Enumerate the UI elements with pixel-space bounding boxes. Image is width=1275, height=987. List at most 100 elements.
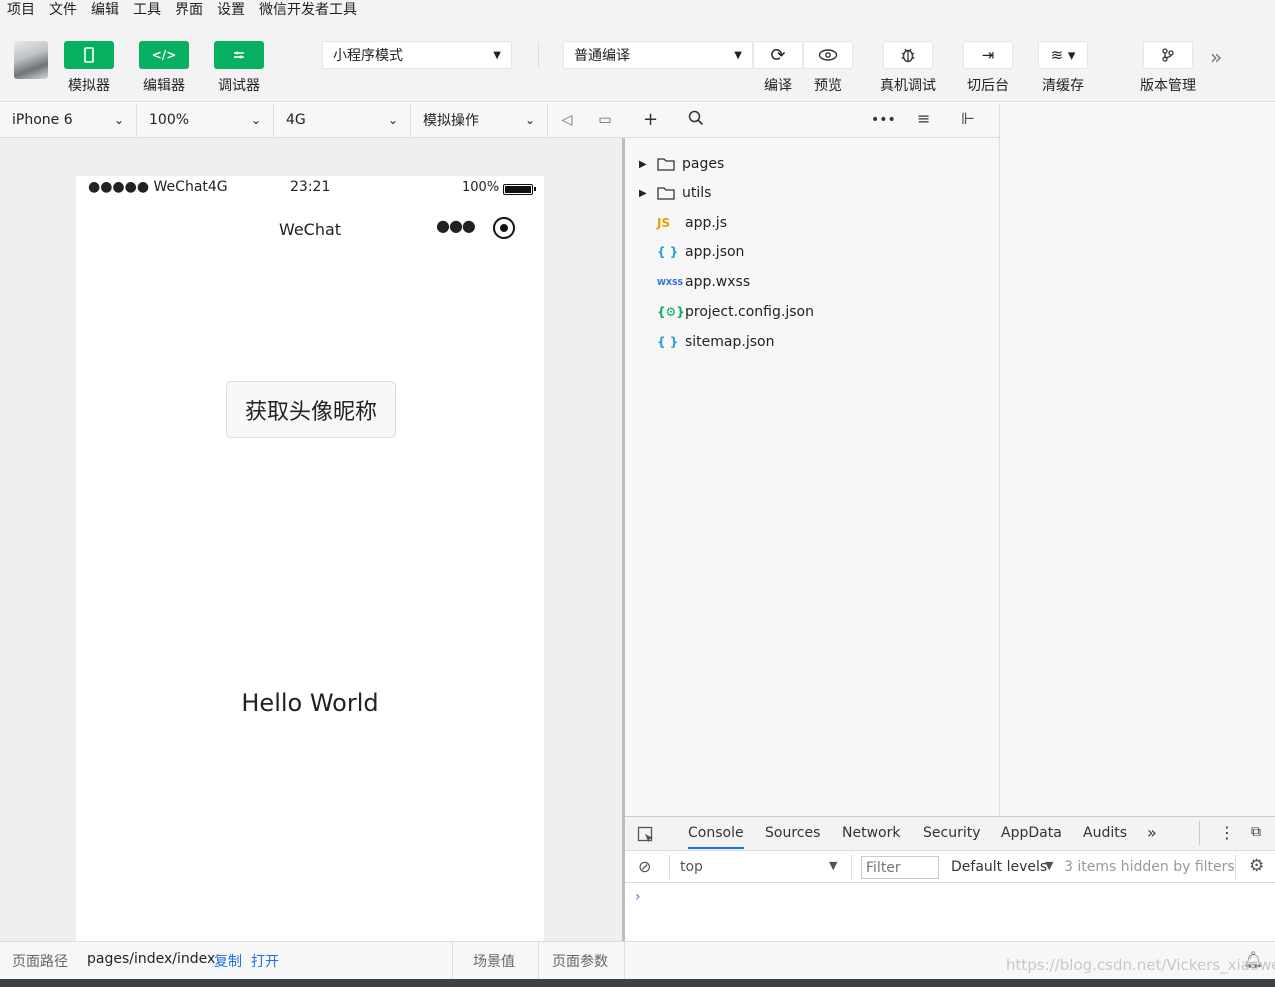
tab-appdata[interactable]: AppData: [1001, 825, 1062, 841]
json-file-icon: { }: [657, 245, 679, 259]
tab-network[interactable]: Network: [842, 825, 900, 841]
kebab-menu-icon[interactable]: ⋮: [1219, 823, 1235, 842]
config-file-icon: {⚙}: [657, 305, 685, 319]
compile-mode-select[interactable]: 普通编译 ▼: [563, 41, 753, 69]
clear-cache-label: 清缓存: [1042, 78, 1084, 94]
code-icon: </>: [151, 48, 177, 62]
console-filter-input[interactable]: [861, 856, 939, 879]
tree-folder-utils[interactable]: ▶ utils: [625, 179, 999, 207]
remote-debug-button[interactable]: [883, 41, 933, 69]
file-explorer: ▶ pages ▶ utils JS app.js { } app.json W…: [625, 138, 999, 816]
menu-tools[interactable]: 工具: [126, 0, 168, 20]
sim-action-select[interactable]: 模拟操作 ⌄: [411, 103, 548, 137]
branch-icon: [1162, 48, 1174, 62]
double-chevron-icon[interactable]: »: [1147, 823, 1157, 842]
tree-file-app-js[interactable]: JS app.js: [625, 209, 999, 237]
clear-console-icon[interactable]: ⊘: [638, 857, 651, 876]
plus-icon[interactable]: +: [643, 109, 658, 130]
open-link[interactable]: 打开: [251, 951, 279, 971]
network-value: 4G: [286, 112, 306, 128]
ellipsis-icon[interactable]: •••: [871, 112, 896, 128]
page-params-button[interactable]: 页面参数: [552, 951, 608, 971]
remote-debug-label: 真机调试: [880, 78, 936, 94]
console-prompt-icon[interactable]: ›: [635, 889, 641, 905]
menu-devtools[interactable]: 微信开发者工具: [252, 0, 364, 20]
tree-file-app-json[interactable]: { } app.json: [625, 238, 999, 266]
battery-text: 100%: [462, 180, 500, 195]
watermark-text: https://blog.csdn.net/Vickers_xiaowei: [1006, 956, 1275, 974]
device-select[interactable]: iPhone 6 ⌄: [0, 103, 137, 137]
tab-sources[interactable]: Sources: [765, 825, 820, 841]
chevron-down-icon: ⌄: [250, 113, 261, 127]
tree-file-app-wxss[interactable]: WXSS app.wxss: [625, 268, 999, 296]
sim-action-value: 模拟操作: [423, 113, 479, 129]
caret-right-icon: ▶: [639, 187, 647, 199]
undock-icon[interactable]: ⧉: [1251, 824, 1261, 840]
copy-link[interactable]: 复制: [214, 951, 242, 971]
avatar[interactable]: [14, 41, 48, 79]
search-icon[interactable]: [687, 109, 705, 132]
tree-file-project-config[interactable]: {⚙} project.config.json: [625, 298, 999, 326]
more-dots-icon[interactable]: ●●●: [436, 216, 476, 235]
js-file-icon: JS: [657, 216, 671, 230]
switch-background-icon: ⇥: [981, 46, 995, 64]
caret-down-icon[interactable]: ▼: [1045, 859, 1053, 872]
menu-bar: 项目 文件 编辑 工具 界面 设置 微信开发者工具: [0, 0, 1275, 20]
inspect-element-icon[interactable]: [637, 826, 655, 848]
context-select-value[interactable]: top: [680, 859, 703, 875]
tab-console[interactable]: Console: [688, 825, 744, 849]
mute-icon[interactable]: ◁: [548, 103, 586, 137]
editor-label: 编辑器: [143, 78, 185, 94]
version-label: 版本管理: [1140, 78, 1196, 94]
divider: [538, 942, 539, 980]
scene-button[interactable]: 场景值: [473, 951, 515, 971]
version-button[interactable]: [1143, 41, 1193, 69]
folder-icon: [657, 186, 675, 200]
debugger-label: 调试器: [218, 78, 260, 94]
menu-settings[interactable]: 设置: [210, 0, 252, 20]
menu-project[interactable]: 项目: [0, 0, 42, 20]
editor-button[interactable]: </>: [139, 41, 189, 69]
menu-edit[interactable]: 编辑: [84, 0, 126, 20]
collapse-all-icon[interactable]: ≡: [917, 109, 930, 128]
caret-down-icon: ▼: [493, 49, 501, 61]
caret-down-icon[interactable]: ▼: [829, 859, 837, 872]
json-file-icon: { }: [657, 335, 679, 349]
explorer-header: + ••• ≡ ⊩: [625, 103, 1000, 138]
double-chevron-icon[interactable]: »: [1210, 45, 1222, 69]
tab-security[interactable]: Security: [923, 825, 981, 841]
network-select[interactable]: 4G ⌄: [274, 103, 411, 137]
layers-icon: ≋ ▾: [1050, 46, 1076, 64]
zoom-value: 100%: [149, 112, 190, 128]
menu-file[interactable]: 文件: [42, 0, 84, 20]
debugger-button[interactable]: [214, 41, 264, 69]
gear-icon[interactable]: ⚙: [1249, 856, 1264, 876]
menu-interface[interactable]: 界面: [168, 0, 210, 20]
phone-screen: ●●●●● WeChat4G 23:21 100% WeChat ●●● 获取头…: [76, 176, 544, 941]
mode-select[interactable]: 小程序模式 ▼: [322, 41, 512, 69]
get-profile-button[interactable]: 获取头像昵称: [226, 381, 396, 438]
page-path-label: 页面路径: [12, 954, 68, 970]
taskbar-strip: [0, 979, 1275, 987]
tree-folder-pages[interactable]: ▶ pages: [625, 150, 999, 178]
clear-cache-button[interactable]: ≋ ▾: [1038, 41, 1088, 69]
wxss-file-icon: WXSS: [657, 277, 684, 287]
caret-down-icon: ▼: [734, 49, 742, 61]
tree-file-sitemap-json[interactable]: { } sitemap.json: [625, 328, 999, 356]
simulator-label: 模拟器: [68, 78, 110, 94]
tree-item-label: app.wxss: [685, 274, 751, 290]
hide-sidebar-icon[interactable]: ⊩: [961, 109, 975, 128]
background-button[interactable]: ⇥: [963, 41, 1013, 69]
close-target-icon[interactable]: [493, 217, 515, 239]
preview-button[interactable]: [803, 41, 853, 69]
tab-audits[interactable]: Audits: [1083, 825, 1127, 841]
simulator-button[interactable]: [64, 41, 114, 69]
zoom-select[interactable]: 100% ⌄: [137, 103, 274, 137]
window-icon[interactable]: ▭: [586, 103, 624, 137]
devtools-panel: Console Sources Network Security AppData…: [625, 816, 1275, 941]
background-label: 切后台: [967, 78, 1009, 94]
compile-button[interactable]: ⟳: [753, 41, 803, 69]
console-filter-bar: ⊘ top ▼ Default levels ▼ 3 items hidden …: [625, 851, 1275, 883]
log-levels-select[interactable]: Default levels: [951, 859, 1047, 875]
mode-value: 小程序模式: [333, 48, 403, 64]
